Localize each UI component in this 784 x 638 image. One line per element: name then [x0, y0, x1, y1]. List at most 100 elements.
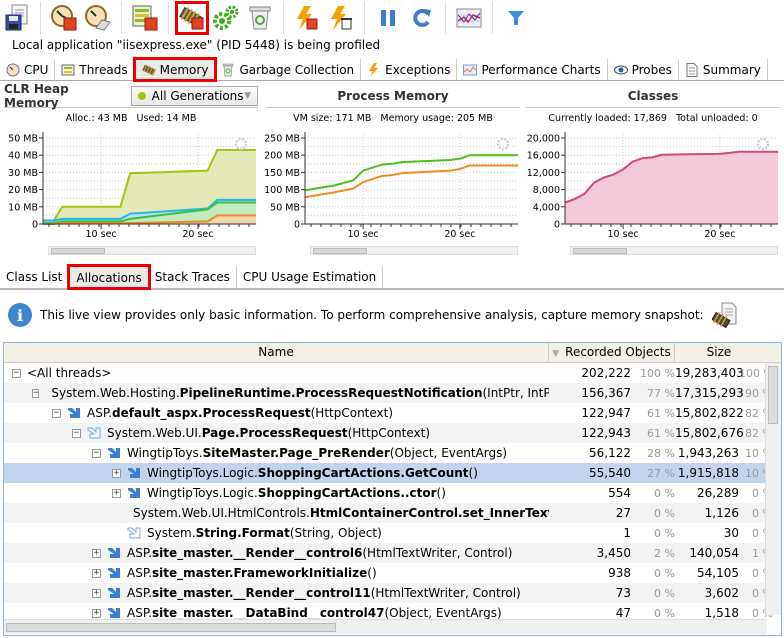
collapse-toggle[interactable]: − — [72, 428, 81, 438]
table-row[interactable]: + ASP. site_master.__Render__control11 (Htm… — [4, 583, 781, 603]
tab-summary[interactable]: Summary — [679, 59, 768, 80]
tab-memory[interactable]: Memory — [132, 57, 218, 82]
tab-class-list[interactable]: Class List — [0, 266, 70, 288]
size-value: 140,054 — [689, 546, 739, 560]
expand-toggle[interactable]: + — [112, 468, 121, 478]
scrollbar-thumb[interactable] — [313, 248, 367, 254]
method-signature: (Object, EventArgs) — [384, 606, 502, 620]
tab-label: CPU — [24, 62, 49, 77]
table-row[interactable]: + ASP. site_master.FrameworkInitialize() 93… — [4, 563, 781, 583]
chart-scrollbar[interactable] — [48, 246, 256, 255]
size-value: 26,289 — [697, 486, 739, 500]
collapse-toggle[interactable]: − — [92, 448, 101, 458]
column-header-size[interactable]: Size — [675, 343, 763, 362]
recorded-objects-percent: 61 % — [647, 426, 675, 440]
expand-toggle[interactable]: + — [92, 588, 101, 598]
size-value: 1,126 — [704, 506, 739, 520]
table-row[interactable]: − ASP. default_aspx.ProcessRequest (HttpCon… — [4, 403, 781, 423]
method-signature: (IntPtr, IntPtr, IntPtr, Ir — [482, 386, 549, 400]
y-tick-label: 100 MB — [264, 185, 300, 196]
method-signature: () — [436, 486, 446, 500]
expand-toggle[interactable]: + — [92, 568, 101, 578]
threads-icon — [61, 64, 75, 75]
collapse-toggle[interactable]: − — [52, 408, 61, 418]
memory-sub-tab-bar: Class List Allocations Stack Traces CPU … — [0, 264, 784, 290]
toolbar-separator — [492, 2, 493, 34]
table-row[interactable]: + WingtipToys.Logic. ShoppingCartActions.G… — [4, 463, 781, 483]
expand-toggle[interactable]: + — [92, 548, 101, 558]
method-signature: (HttpContext) — [310, 406, 394, 420]
run-gc-button[interactable] — [210, 2, 242, 34]
clear-memory-button[interactable] — [244, 2, 276, 34]
cell-name: − System.Web.Hosting. PipelineRuntime.Proc… — [4, 383, 549, 403]
scrollbar-thumb[interactable] — [768, 366, 778, 424]
refresh-icon — [413, 9, 431, 27]
method-prefix: <All threads> — [27, 366, 112, 380]
recorded-objects-value: 55,540 — [589, 466, 631, 480]
expand-toggle[interactable]: + — [112, 488, 121, 498]
horizontal-scrollbar[interactable] — [4, 619, 767, 635]
method-arrow-icon — [108, 608, 120, 618]
clock-eraser-icon — [85, 5, 111, 31]
eye-icon — [613, 65, 628, 74]
system-method-arrow-icon — [127, 527, 141, 539]
toolbar-separator — [364, 2, 365, 34]
pause-button[interactable] — [372, 2, 404, 34]
save-snapshot-button[interactable] — [1, 2, 33, 34]
collapse-toggle[interactable]: − — [12, 368, 21, 378]
tab-probes[interactable]: Probes — [608, 59, 679, 80]
cpu-profiling-settings-button[interactable] — [82, 2, 114, 34]
filter-button[interactable] — [500, 2, 532, 34]
chart-scrollbar[interactable] — [570, 246, 778, 255]
capture-snapshot-icon[interactable] — [711, 302, 738, 328]
scrollbar-thumb[interactable] — [573, 248, 627, 254]
exception-record-button[interactable] — [291, 2, 323, 34]
x-tick-label: 20 sec — [182, 229, 213, 238]
refresh-button[interactable] — [406, 2, 438, 34]
table-row[interactable]: − System.Web.UI. Page.ProcessRequest (HttpC… — [4, 423, 781, 443]
clock-record-icon — [51, 5, 77, 31]
tab-cpu[interactable]: CPU — [0, 59, 56, 80]
y-tick-label: 250 MB — [264, 134, 300, 145]
table-row[interactable]: − WingtipToys. SiteMaster.Page_PreRender (O… — [4, 443, 781, 463]
thread-profiling-button[interactable] — [129, 2, 161, 34]
table-row[interactable]: + WingtipToys.Logic. ShoppingCartActions..… — [4, 483, 781, 503]
recorded-objects-value: 73 — [615, 586, 631, 600]
telemetry-chart-button[interactable] — [453, 2, 485, 34]
tab-threads[interactable]: Threads — [55, 59, 135, 80]
x-tick-label: 10 sec — [348, 229, 379, 238]
cell-name: − <All threads> — [4, 363, 549, 383]
method-signature: () — [367, 566, 377, 580]
expand-toggle[interactable]: + — [92, 608, 101, 618]
table-row[interactable]: + ASP. site_master.__Render__control6 (Html… — [4, 543, 781, 563]
tab-stack-traces[interactable]: Stack Traces — [149, 266, 237, 288]
table-row[interactable]: − <All threads> 202,222 100 % 19,283,403 100 … — [4, 363, 781, 383]
document-icon — [686, 62, 698, 77]
recorded-objects-value: 938 — [608, 566, 631, 580]
column-header-name[interactable]: Name — [4, 343, 549, 362]
size-value: 15,802,676 — [675, 426, 744, 440]
method-arrow-icon — [128, 468, 140, 478]
table-row[interactable]: − System.Web.Hosting. PipelineRuntime.Proc… — [4, 383, 781, 403]
tab-performance-charts[interactable]: Performance Charts — [457, 59, 608, 80]
method-prefix: System. — [147, 526, 196, 540]
tab-exceptions[interactable]: Exceptions — [361, 59, 458, 80]
vertical-scrollbar[interactable] — [765, 363, 781, 615]
scrollbar-thumb[interactable] — [6, 623, 336, 632]
column-header-recorded-objects[interactable]: ▼ Recorded Objects — [549, 343, 675, 362]
memory-snapshot-button[interactable] — [175, 1, 209, 35]
chart-scrollbar[interactable] — [310, 246, 518, 255]
gears-icon — [213, 5, 239, 30]
generation-dropdown[interactable]: All Generations ▼ — [130, 85, 258, 106]
tab-garbage-collection[interactable]: Garbage Collection — [215, 59, 362, 80]
scrollbar-thumb[interactable] — [51, 248, 105, 254]
collapse-toggle[interactable]: − — [32, 388, 40, 398]
tab-allocations[interactable]: Allocations — [67, 264, 151, 290]
clear-exceptions-button[interactable] — [325, 2, 357, 34]
tab-cpu-usage-estimation[interactable]: CPU Usage Estimation — [237, 266, 384, 288]
table-row[interactable]: System. String.Format (String, Object) 1 0 %… — [4, 523, 781, 543]
start-cpu-profiling-button[interactable] — [48, 2, 80, 34]
method-arrow-icon — [128, 488, 140, 498]
chevron-down-icon: ▼ — [244, 90, 251, 101]
table-row[interactable]: System.Web.UI.HtmlControls. HtmlContainer… — [4, 503, 781, 523]
